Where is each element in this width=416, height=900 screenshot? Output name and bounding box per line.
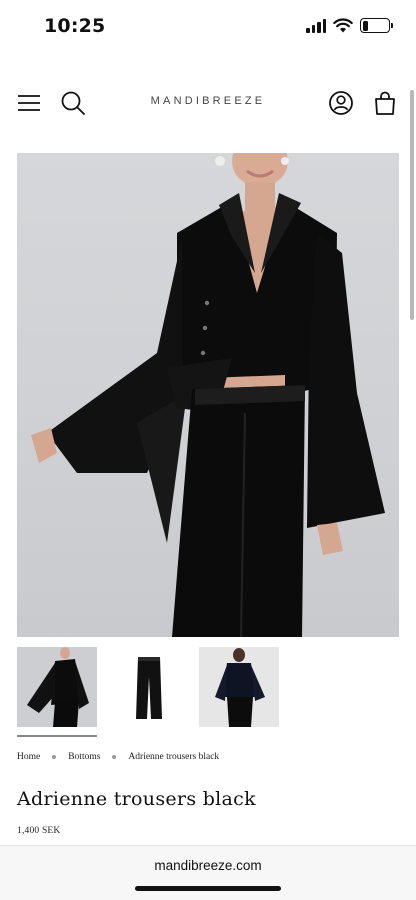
account-button[interactable] xyxy=(326,88,356,118)
thumbnail-flatlay[interactable] xyxy=(108,647,188,727)
account-icon xyxy=(329,91,353,115)
battery-icon xyxy=(360,18,393,33)
breadcrumb-home[interactable]: Home xyxy=(17,752,40,762)
product-main-image[interactable] xyxy=(17,153,399,637)
url-display[interactable]: mandibreeze.com xyxy=(0,858,416,873)
wifi-icon xyxy=(333,18,353,33)
thumbnail-front[interactable] xyxy=(17,647,97,727)
signal-icon xyxy=(306,18,326,33)
thumbnail-back[interactable] xyxy=(199,647,279,727)
product-price: 1,400 SEK xyxy=(17,826,61,836)
browser-address-bar: mandibreeze.com xyxy=(0,845,416,900)
cart-icon xyxy=(375,91,395,115)
status-bar: 10:25 xyxy=(0,0,416,56)
thumbnail-front-image xyxy=(27,647,89,727)
thumbnail-strip xyxy=(17,647,399,729)
breadcrumb-separator xyxy=(112,755,117,759)
thumbnail-flatlay-image xyxy=(136,657,162,719)
product-title: Adrienne trousers black xyxy=(17,788,256,810)
breadcrumb-separator xyxy=(52,755,57,759)
breadcrumb: Home Bottoms Adrienne trousers black xyxy=(17,752,219,762)
breadcrumb-bottoms[interactable]: Bottoms xyxy=(68,752,100,762)
status-icons xyxy=(306,18,393,33)
site-header: MANDIBREEZE xyxy=(0,80,416,126)
thumbnail-back-image xyxy=(215,648,265,727)
thumbnail-active-indicator xyxy=(17,735,97,737)
home-indicator[interactable] xyxy=(135,886,281,891)
cart-button[interactable] xyxy=(370,88,400,118)
battery-level xyxy=(362,20,368,31)
breadcrumb-current: Adrienne trousers black xyxy=(128,752,220,762)
page-scrollbar[interactable] xyxy=(410,90,414,320)
status-time: 10:25 xyxy=(44,15,106,37)
model-illustration xyxy=(31,153,385,637)
